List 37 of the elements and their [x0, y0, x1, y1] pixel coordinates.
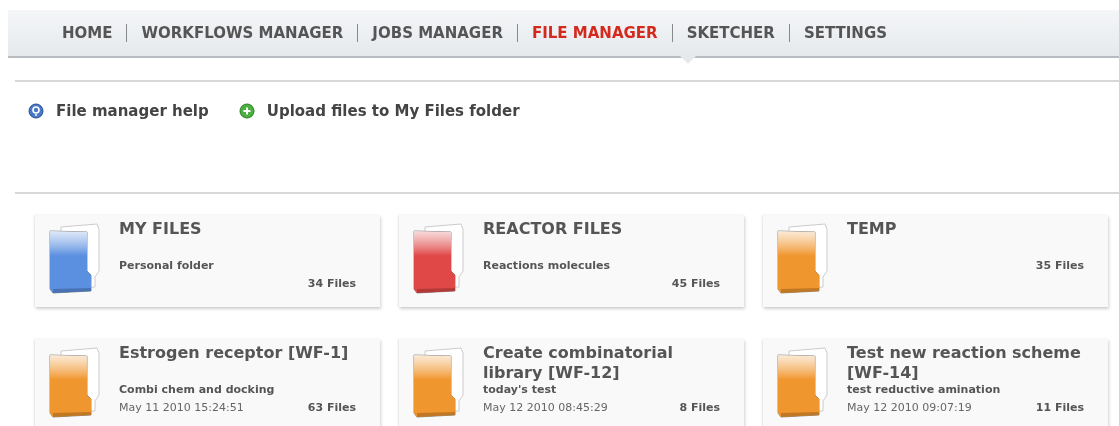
folder-date: May 12 2010 08:45:29 — [483, 401, 608, 414]
folder-card[interactable]: REACTOR FILES Reactions molecules 45 Files — [399, 215, 744, 307]
nav-tab[interactable]: SETTINGS — [788, 24, 901, 42]
folder-title: MY FILES — [119, 219, 203, 240]
folder-description: today's test — [483, 383, 558, 397]
file-count: 34 Files — [307, 277, 356, 290]
folder-description: Personal folder — [119, 259, 215, 273]
folder-card[interactable]: Estrogen receptor [WF-1] Combi chem and docking May 11 2010 15:24:51 63 Files — [35, 339, 380, 426]
folder-description: Reactions molecules — [483, 259, 612, 273]
nav-tab[interactable]: SKETCHER — [671, 24, 789, 42]
folder-title: Estrogen receptor [WF-1] — [119, 343, 350, 364]
folder-card[interactable]: MY FILES Personal folder 34 Files — [35, 215, 380, 307]
folder-title: Test new reaction scheme [WF-14] — [847, 343, 1082, 383]
file-count: 11 Files — [1035, 401, 1084, 414]
folder-card[interactable]: TEMP 35 Files — [763, 215, 1108, 307]
help-link[interactable]: File manager help — [28, 102, 209, 120]
file-count: 35 Files — [1035, 259, 1084, 272]
file-count: 45 Files — [671, 277, 720, 290]
folder-title: TEMP — [847, 219, 898, 240]
file-count: 8 Files — [679, 401, 720, 414]
folder-description: Combi chem and docking — [119, 383, 276, 397]
nav-tab[interactable]: HOME — [48, 24, 127, 42]
folder-title: Create combinatorial library [WF-12] — [483, 343, 674, 383]
folder-description: test reductive amination — [847, 383, 1002, 397]
folder-title: REACTOR FILES — [483, 219, 624, 240]
nav-tab[interactable]: FILE MANAGER — [516, 24, 672, 42]
upload-link[interactable]: Upload files to My Files folder — [238, 102, 520, 120]
folder-date: May 11 2010 15:24:51 — [119, 401, 244, 414]
folder-card[interactable]: Create combinatorial library [WF-12] today's test May 12 2010 08:45:29 8 Files — [399, 339, 744, 426]
tab-pointer-icon — [680, 56, 696, 64]
folder-date: May 12 2010 09:07:19 — [847, 401, 972, 414]
add-icon — [238, 103, 255, 119]
file-count: 63 Files — [307, 401, 356, 414]
nav-tab[interactable]: JOBS MANAGER — [357, 24, 517, 42]
folder-card[interactable]: Test new reaction scheme [WF-14] test reductive amination May 12 2010 09:07:19 11 Files — [763, 339, 1108, 426]
nav-tab[interactable]: WORKFLOWS MANAGER — [126, 24, 358, 42]
help-icon — [28, 103, 44, 119]
